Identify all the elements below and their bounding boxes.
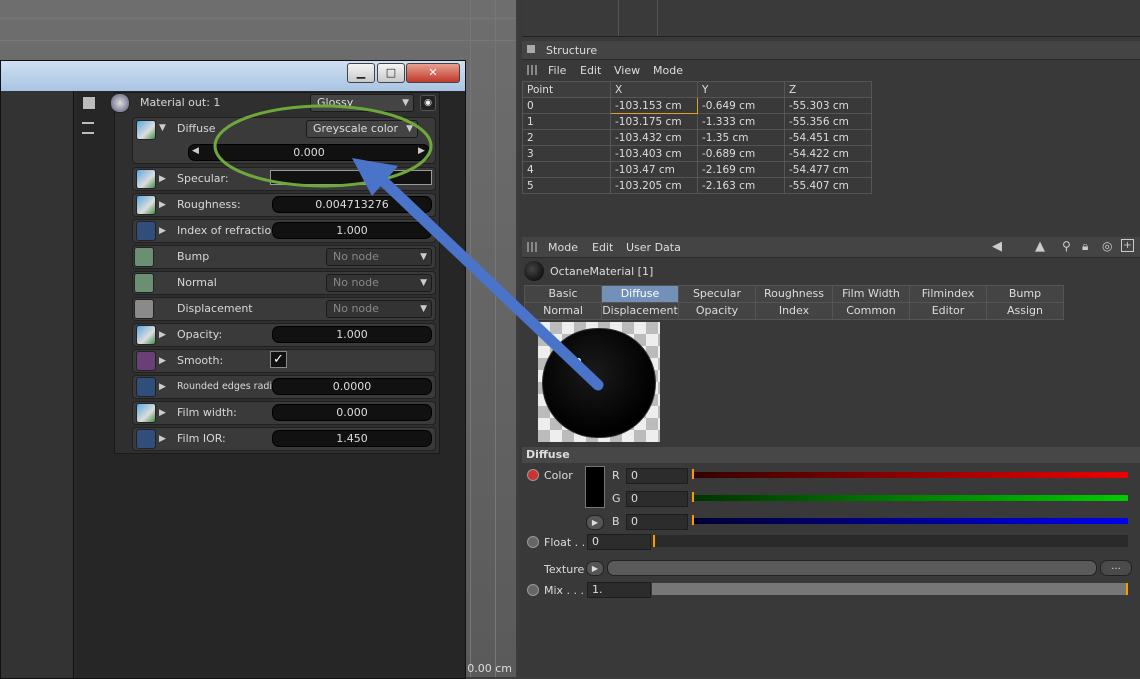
annotation-arrow-shaft [374, 172, 604, 391]
highlight-ellipse [213, 104, 433, 188]
annotation-overlay [213, 104, 604, 391]
